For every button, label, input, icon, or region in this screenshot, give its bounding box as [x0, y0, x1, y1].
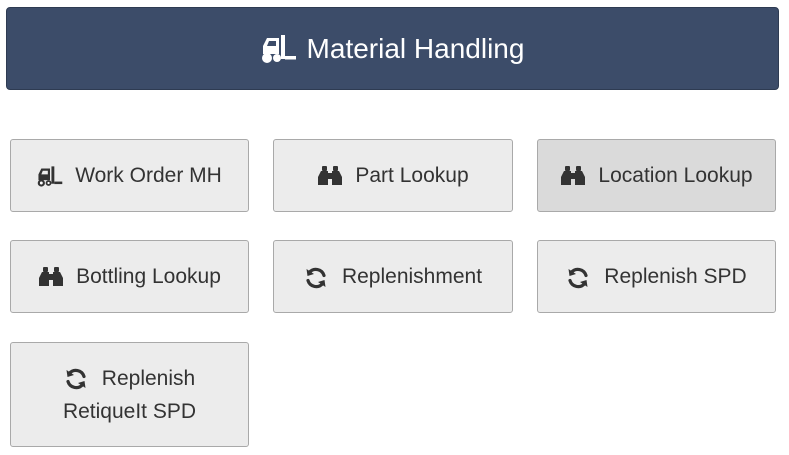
page-header: Material Handling — [6, 7, 779, 90]
replenish-retiqueit-spd-button[interactable]: Replenish RetiqueIt SPD — [10, 342, 249, 447]
refresh-icon — [304, 266, 330, 288]
page-title: Material Handling — [306, 32, 525, 64]
work-order-mh-label: Work Order MH — [75, 163, 222, 187]
refresh-icon — [566, 266, 592, 288]
forklift-icon — [261, 34, 297, 64]
bottling-lookup-button[interactable]: Bottling Lookup — [10, 240, 249, 313]
refresh-icon — [64, 367, 90, 389]
replenishment-button[interactable]: Replenishment — [273, 240, 513, 313]
binoculars-icon — [560, 165, 586, 187]
location-lookup-label: Location Lookup — [598, 163, 753, 187]
part-lookup-label: Part Lookup — [355, 163, 469, 187]
forklift-icon — [37, 165, 63, 187]
replenish-retiqueit-label-line1: Replenish — [101, 366, 196, 390]
work-order-mh-button[interactable]: Work Order MH — [10, 139, 249, 212]
replenish-spd-label: Replenish SPD — [604, 264, 747, 288]
location-lookup-button[interactable]: Location Lookup — [537, 139, 776, 212]
part-lookup-button[interactable]: Part Lookup — [273, 139, 513, 212]
replenish-spd-button[interactable]: Replenish SPD — [537, 240, 776, 313]
binoculars-icon — [38, 266, 64, 288]
bottling-lookup-label: Bottling Lookup — [76, 264, 221, 288]
replenishment-label: Replenishment — [341, 264, 483, 288]
binoculars-icon — [317, 165, 343, 187]
replenish-retiqueit-label-line2: RetiqueIt SPD — [62, 399, 197, 423]
